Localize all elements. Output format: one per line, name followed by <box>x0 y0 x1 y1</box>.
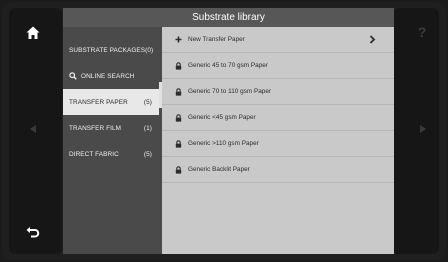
lock-icon <box>175 87 185 96</box>
substrate-library-dialog: Substrate library SUBSTRATE PACKAGES (0)… <box>63 8 394 254</box>
search-icon <box>69 72 77 80</box>
sidebar-item-transfer-paper[interactable]: TRANSFER PAPER (5) <box>63 89 159 115</box>
category-sidebar: SUBSTRATE PACKAGES (0) ONLINE SEARCH TRA… <box>63 27 162 254</box>
plus-icon <box>175 36 185 43</box>
next-page-button[interactable] <box>412 118 434 140</box>
new-transfer-paper-item[interactable]: New Transfer Paper <box>162 27 394 53</box>
back-arrow-icon <box>26 227 40 238</box>
sidebar-item-label: TRANSFER FILM <box>69 124 122 132</box>
sidebar-item-count: (5) <box>143 98 152 106</box>
list-item-label: Generic <45 gsm Paper <box>188 114 256 121</box>
home-button[interactable] <box>18 18 48 48</box>
list-item[interactable]: Generic <45 gsm Paper <box>162 105 394 131</box>
help-button[interactable]: ? <box>412 22 432 42</box>
sidebar-item-substrate-packages[interactable]: SUBSTRATE PACKAGES (0) <box>63 37 159 63</box>
list-item-label: Generic Backlit Paper <box>188 166 250 173</box>
list-item[interactable]: Generic Backlit Paper <box>162 157 394 183</box>
sidebar-item-label: ONLINE SEARCH <box>81 72 135 80</box>
sidebar-item-count: (5) <box>143 150 152 158</box>
home-icon <box>26 26 40 39</box>
sidebar-item-direct-fabric[interactable]: DIRECT FABRIC (5) <box>63 141 159 167</box>
sidebar-item-label: SUBSTRATE PACKAGES <box>69 46 146 54</box>
sidebar-item-transfer-film[interactable]: TRANSFER FILM (1) <box>63 115 159 141</box>
lock-icon <box>175 165 185 174</box>
prev-arrow-icon <box>30 125 36 133</box>
prev-page-button[interactable] <box>22 118 44 140</box>
lock-icon <box>175 61 185 70</box>
sidebar-item-label: TRANSFER PAPER <box>69 98 128 106</box>
next-arrow-icon <box>420 125 426 133</box>
list-item[interactable]: Generic >110 gsm Paper <box>162 131 394 157</box>
dialog-title: Substrate library <box>63 8 394 27</box>
list-item[interactable]: Generic 70 to 110 gsm Paper <box>162 79 394 105</box>
lock-icon <box>175 139 185 148</box>
sidebar-item-count: (0) <box>145 46 154 54</box>
list-item-label: Generic 70 to 110 gsm Paper <box>188 88 272 95</box>
lock-icon <box>175 113 185 122</box>
sidebar-item-count: (1) <box>143 124 152 132</box>
list-item-label: Generic >110 gsm Paper <box>188 140 259 147</box>
sidebar-item-online-search[interactable]: ONLINE SEARCH <box>63 63 159 89</box>
list-item-label: New Transfer Paper <box>188 36 245 43</box>
list-item-label: Generic 45 to 70 gsm Paper <box>188 62 268 69</box>
chevron-right-icon <box>362 35 382 44</box>
sidebar-item-label: DIRECT FABRIC <box>69 150 119 158</box>
substrate-list: New Transfer Paper Generic 45 to 70 gsm … <box>162 27 394 202</box>
list-item[interactable]: Generic 45 to 70 gsm Paper <box>162 53 394 79</box>
back-button[interactable] <box>18 217 48 247</box>
